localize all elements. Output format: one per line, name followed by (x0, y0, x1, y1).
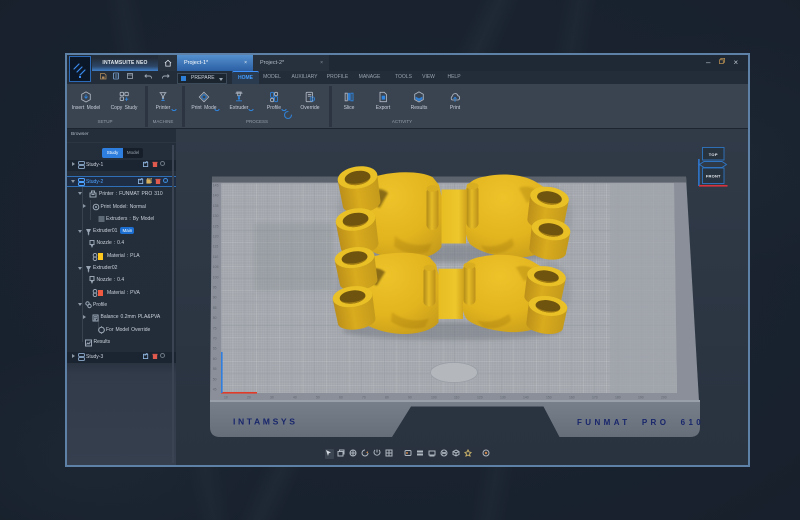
svg-text:10: 10 (224, 395, 228, 399)
svg-text:90: 90 (213, 296, 217, 300)
svg-text:95: 95 (213, 286, 217, 290)
svg-text:140: 140 (523, 395, 529, 399)
svg-text:125: 125 (213, 224, 219, 228)
svg-text:150: 150 (546, 395, 552, 399)
svg-text:110: 110 (454, 395, 460, 399)
svg-text:TOP: TOP (709, 152, 718, 157)
svg-text:85: 85 (213, 306, 217, 310)
svg-text:80: 80 (213, 316, 217, 320)
svg-text:INTAMSYS: INTAMSYS (233, 417, 298, 427)
svg-text:170: 170 (592, 395, 598, 399)
svg-text:120: 120 (477, 395, 483, 399)
svg-text:70: 70 (362, 395, 366, 399)
svg-text:115: 115 (213, 245, 219, 249)
svg-text:145: 145 (213, 184, 219, 188)
svg-text:100: 100 (431, 395, 437, 399)
svg-text:70: 70 (213, 337, 217, 341)
svg-text:FUNMAT PRO 610: FUNMAT PRO 610 (577, 418, 704, 427)
svg-text:130: 130 (500, 395, 506, 399)
svg-text:50: 50 (213, 377, 217, 381)
svg-text:100: 100 (213, 275, 219, 279)
svg-text:190: 190 (638, 395, 644, 399)
svg-text:180: 180 (615, 395, 621, 399)
svg-text:130: 130 (213, 214, 219, 218)
svg-text:110: 110 (213, 255, 219, 259)
svg-text:55: 55 (213, 367, 217, 371)
svg-text:30: 30 (270, 395, 274, 399)
svg-text:FRONT: FRONT (706, 174, 721, 179)
svg-text:200: 200 (661, 395, 667, 399)
svg-text:140: 140 (213, 194, 219, 198)
svg-text:75: 75 (213, 326, 217, 330)
svg-text:90: 90 (408, 395, 412, 399)
svg-text:65: 65 (213, 347, 217, 351)
svg-text:160: 160 (569, 395, 575, 399)
svg-text:20: 20 (247, 395, 251, 399)
svg-text:105: 105 (213, 265, 219, 269)
svg-text:45: 45 (213, 388, 217, 392)
svg-text:40: 40 (293, 395, 297, 399)
svg-text:60: 60 (213, 357, 217, 361)
svg-text:80: 80 (385, 395, 389, 399)
svg-text:135: 135 (213, 204, 219, 208)
svg-text:50: 50 (316, 395, 320, 399)
svg-text:60: 60 (339, 395, 343, 399)
svg-text:120: 120 (213, 235, 219, 239)
